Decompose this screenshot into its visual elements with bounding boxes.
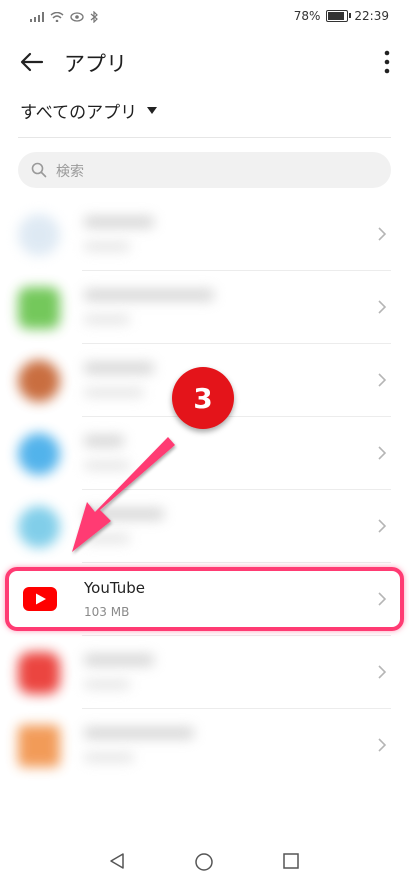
search-icon: [31, 162, 47, 178]
list-item-blurred-1[interactable]: [0, 198, 409, 271]
dropdown-triangle-icon: [147, 107, 158, 114]
list-item-blurred-7[interactable]: [0, 709, 409, 782]
search-placeholder: 検索: [56, 164, 84, 180]
battery-percent: 78%: [293, 9, 321, 23]
status-icons-left: [30, 11, 98, 23]
system-nav-bar: [0, 838, 409, 887]
app-bar: アプリ: [0, 38, 409, 86]
blurred-app-name: [84, 508, 164, 520]
blurred-app-size: [84, 753, 134, 762]
app-filter-dropdown[interactable]: すべてのアプリ: [20, 98, 158, 123]
blurred-app-size: [84, 242, 130, 251]
nav-back-icon[interactable]: [108, 852, 126, 870]
search-input[interactable]: 検索: [18, 152, 391, 188]
back-arrow-icon[interactable]: [18, 48, 46, 76]
page-title: アプリ: [64, 52, 127, 76]
blurred-app-name: [84, 654, 154, 666]
blurred-app-size: [84, 461, 130, 470]
youtube-icon: [23, 587, 57, 611]
app-icon: [18, 287, 60, 329]
app-icon: [18, 652, 60, 694]
eye-comfort-icon: [70, 12, 84, 22]
bluetooth-icon: [90, 11, 98, 23]
app-icon: [18, 433, 60, 475]
more-options-icon[interactable]: [383, 48, 391, 76]
blurred-app-size: [84, 534, 130, 543]
chevron-right-icon: [378, 227, 387, 241]
app-list: YouTube 103 MB: [0, 198, 409, 782]
app-icon: [18, 214, 60, 256]
app-icon: [18, 360, 60, 402]
wifi-icon: [50, 12, 64, 22]
chevron-right-icon: [378, 446, 387, 460]
chevron-right-icon: [378, 300, 387, 314]
status-icons-right: 78% 22:39: [294, 9, 389, 23]
status-bar: 78% 22:39: [0, 0, 409, 34]
app-icon: [18, 725, 60, 767]
list-item-blurred-6[interactable]: [0, 636, 409, 709]
step-number-badge: 3: [172, 367, 234, 429]
battery-icon: [326, 10, 352, 22]
divider: [18, 137, 391, 138]
clock: 22:39: [354, 9, 389, 23]
blurred-app-name: [84, 216, 154, 228]
blurred-app-name: [84, 435, 124, 447]
signal-icon: [30, 12, 44, 22]
chevron-right-icon: [378, 373, 387, 387]
filter-label: すべてのアプリ: [20, 103, 138, 123]
list-item-youtube[interactable]: YouTube 103 MB: [0, 563, 409, 636]
list-item-blurred-2[interactable]: [0, 271, 409, 344]
nav-recent-apps-icon[interactable]: [282, 852, 300, 870]
list-item-blurred-5[interactable]: [0, 490, 409, 563]
blurred-app-name: [84, 727, 194, 739]
chevron-right-icon: [378, 738, 387, 752]
blurred-app-size: [84, 388, 144, 397]
blurred-app-name: [84, 362, 154, 374]
chevron-right-icon: [378, 592, 387, 606]
app-name: YouTube: [84, 579, 145, 597]
app-size: 103 MB: [84, 605, 130, 619]
chevron-right-icon: [378, 665, 387, 679]
app-icon: [18, 506, 60, 548]
nav-home-icon[interactable]: [194, 852, 214, 872]
blurred-app-size: [84, 315, 130, 324]
blurred-app-size: [84, 680, 130, 689]
chevron-right-icon: [378, 519, 387, 533]
blurred-app-name: [84, 289, 214, 301]
